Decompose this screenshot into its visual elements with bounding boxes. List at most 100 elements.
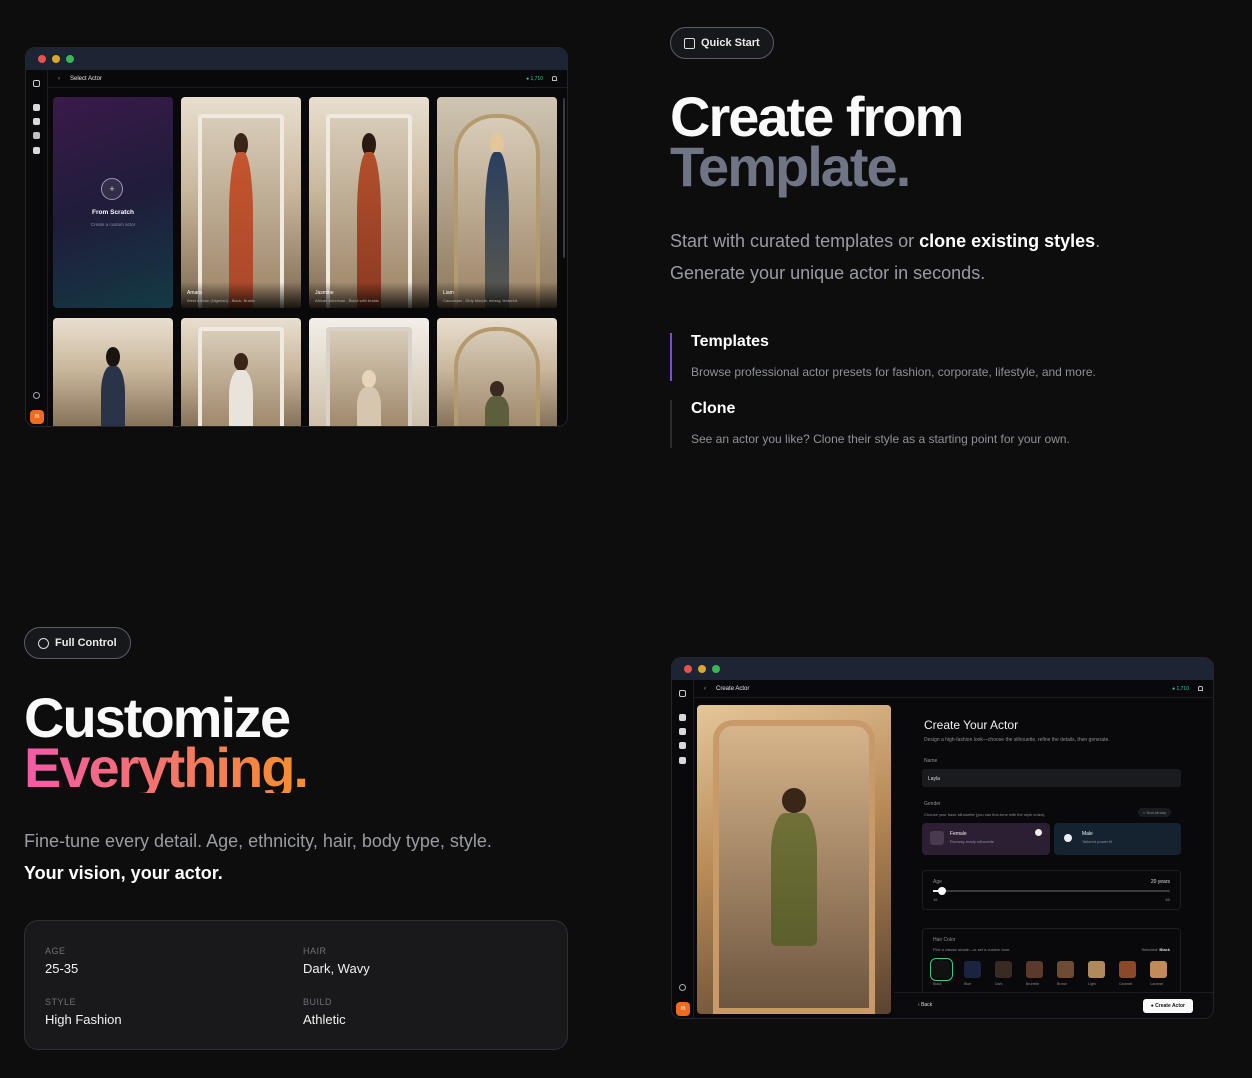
- hair-swatch-label: Black: [933, 982, 942, 986]
- actor-card[interactable]: Amara West African (Nigerian) - Black, B…: [181, 97, 301, 308]
- hair-hint: Pick a classic shade—or set a custom ton…: [933, 947, 1011, 952]
- age-label: Age: [933, 879, 942, 885]
- home-icon[interactable]: [679, 714, 686, 721]
- window-titlebar: [26, 48, 567, 70]
- actor-name: Amara: [187, 290, 202, 296]
- feature-desc: See an actor you like? Clone their style…: [691, 432, 1070, 446]
- full-control-badge: Full Control: [24, 627, 131, 659]
- actor-card[interactable]: [437, 318, 557, 426]
- cursor-icon[interactable]: [33, 80, 40, 87]
- actors-icon[interactable]: [33, 132, 40, 139]
- stat-key: STYLE: [45, 997, 77, 1007]
- stat-age: AGE 25-35: [45, 946, 78, 976]
- hair-swatch-label: Dark: [995, 982, 1003, 986]
- brand-logo: m: [676, 1002, 690, 1016]
- scrollbar[interactable]: [563, 98, 565, 258]
- actor-desc: African American - Black with braids: [315, 298, 379, 303]
- library-icon[interactable]: [679, 728, 686, 735]
- age-slider-thumb[interactable]: [938, 887, 947, 895]
- stat-key: AGE: [45, 946, 66, 956]
- actor-card[interactable]: [53, 318, 173, 426]
- actor-figure: [229, 369, 253, 426]
- gender-hint: Choose your base silhouette (you can fin…: [924, 812, 1046, 817]
- actor-name: Liam: [443, 290, 454, 296]
- section-title: Create from Template.: [670, 89, 964, 195]
- actor-card[interactable]: [181, 318, 301, 426]
- page-title: Select Actor: [70, 75, 103, 82]
- actor-card[interactable]: Liam Caucasian - Dirty blonde, messy, te…: [437, 97, 557, 308]
- hair-swatch[interactable]: [1150, 961, 1167, 978]
- actor-head: [105, 346, 121, 368]
- stat-value: Dark, Wavy: [303, 961, 370, 976]
- actor-name: Jasmine: [315, 290, 334, 296]
- scratch-desc: Create a custom actor: [90, 222, 136, 227]
- feature-clone[interactable]: Clone See an actor you like? Clone their…: [670, 400, 1070, 448]
- customize-title: Customize Everything.: [24, 690, 309, 796]
- moon-icon[interactable]: [33, 392, 40, 399]
- male-icon: [1064, 834, 1072, 842]
- bell-icon[interactable]: [552, 76, 557, 81]
- customize-lead: Fine-tune every detail. Age, ethnicity, …: [24, 825, 584, 889]
- back-chevron-icon[interactable]: ‹: [704, 686, 706, 692]
- actor-caption: Amara West African (Nigerian) - Black, B…: [181, 282, 301, 308]
- lead-text: Start with curated templates or: [670, 231, 920, 251]
- actor-figure: [770, 813, 818, 947]
- actor-preview: [697, 705, 891, 1014]
- non-binary-toggle[interactable]: ◐ Non-binary: [1138, 808, 1172, 817]
- hair-swatch[interactable]: [1119, 961, 1136, 978]
- back-chevron-icon[interactable]: ‹: [58, 76, 60, 82]
- back-button[interactable]: ‹ Back: [918, 1002, 932, 1008]
- hair-swatch-label: Light: [1088, 982, 1096, 986]
- name-input[interactable]: Layla: [922, 769, 1181, 787]
- feature-title: Templates: [691, 333, 769, 350]
- actor-caption: Jasmine African American - Black with br…: [309, 282, 429, 308]
- library-icon[interactable]: [33, 118, 40, 125]
- gender-option-female[interactable]: Female Runway-ready silhouette: [922, 823, 1050, 855]
- hair-swatch[interactable]: [964, 961, 981, 978]
- actors-icon[interactable]: [679, 742, 686, 749]
- stat-hair: HAIR Dark, Wavy: [303, 946, 370, 976]
- maximize-dot[interactable]: [712, 665, 720, 673]
- minimize-dot[interactable]: [698, 665, 706, 673]
- maximize-dot[interactable]: [66, 55, 74, 63]
- hair-swatch-label: Brunette: [1026, 982, 1040, 986]
- feature-templates[interactable]: Templates Browse professional actor pres…: [670, 333, 1096, 381]
- hair-selected: Selected: Black: [1141, 947, 1171, 952]
- stat-key: BUILD: [303, 997, 333, 1007]
- age-slider-track[interactable]: [933, 887, 1170, 895]
- hair-swatch[interactable]: [995, 961, 1012, 978]
- topbar: ‹ Create Actor ● 1,710: [694, 680, 1213, 698]
- hair-swatch[interactable]: [930, 958, 953, 981]
- window-titlebar: [672, 658, 1213, 680]
- topbar: ‹ Select Actor ● 1,710: [48, 70, 567, 88]
- gender-option-male[interactable]: Male Tailored power fit: [1054, 823, 1181, 855]
- actor-card[interactable]: Jasmine African American - Black with br…: [309, 97, 429, 308]
- minimize-dot[interactable]: [52, 55, 60, 63]
- actor-head: [782, 788, 806, 814]
- close-dot[interactable]: [684, 665, 692, 673]
- folder-icon[interactable]: [679, 757, 686, 764]
- actor-card[interactable]: [309, 318, 429, 426]
- hair-swatch-label: Caramel: [1150, 982, 1164, 986]
- feature-title: Clone: [691, 400, 736, 417]
- bell-icon[interactable]: [1198, 686, 1203, 691]
- create-actor-button[interactable]: ● Create Actor: [1142, 999, 1193, 1013]
- from-scratch-card[interactable]: + From Scratch Create a custom actor: [53, 97, 173, 308]
- hair-swatch[interactable]: [1026, 961, 1043, 978]
- moon-icon[interactable]: [679, 984, 686, 991]
- age-min: 18: [933, 897, 938, 902]
- folder-icon[interactable]: [33, 147, 40, 154]
- hair-swatch[interactable]: [1088, 961, 1105, 978]
- close-dot[interactable]: [38, 55, 46, 63]
- option-title: Male: [1082, 831, 1093, 837]
- hair-swatch-label: Caramel: [1119, 982, 1133, 986]
- actor-caption: Liam Caucasian - Dirty blonde, messy, te…: [437, 282, 557, 308]
- select-actor-window: m ‹ Select Actor ● 1,710 + From Scratch …: [25, 47, 568, 427]
- cursor-icon[interactable]: [679, 690, 686, 697]
- home-icon[interactable]: [33, 104, 40, 111]
- actor-figure: [357, 387, 381, 426]
- hair-swatch[interactable]: [1057, 961, 1074, 978]
- name-label: Name: [924, 758, 938, 764]
- stat-key: HAIR: [303, 946, 327, 956]
- actor-head: [233, 352, 249, 371]
